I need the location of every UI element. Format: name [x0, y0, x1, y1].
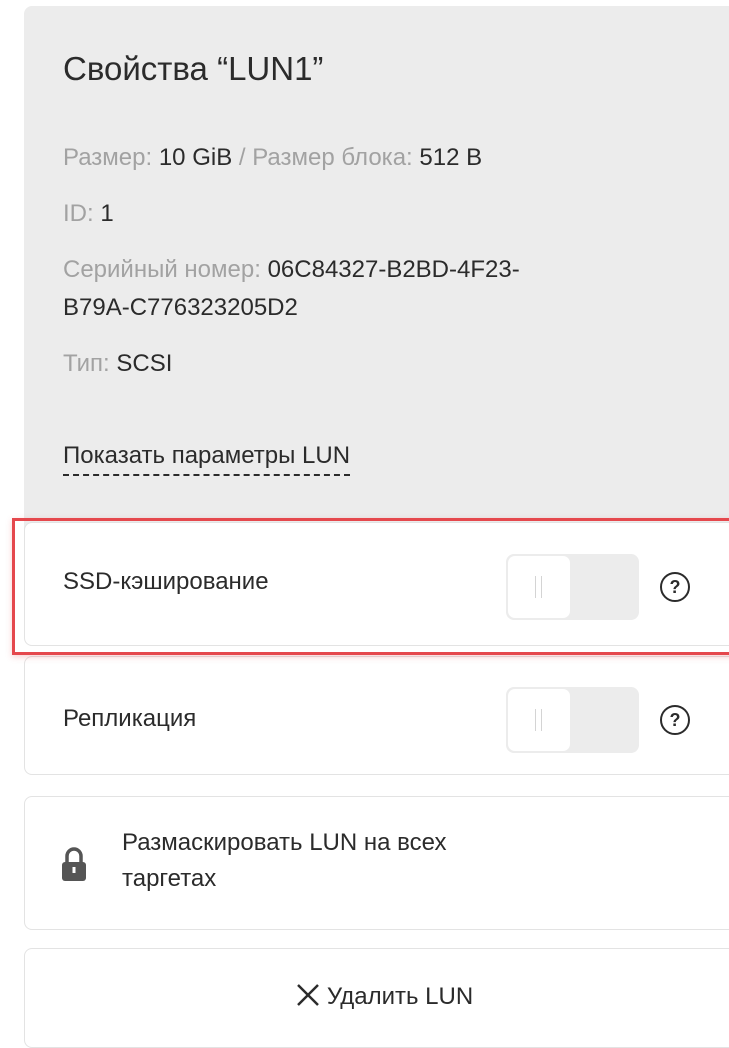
- serial-line: Серийный номер: 06C84327-B2BD-4F23-: [63, 252, 520, 288]
- serial-value-part1: 06C84327-B2BD-4F23-: [267, 256, 520, 283]
- block-size-value: 512 B: [419, 144, 483, 171]
- id-label: ID:: [63, 200, 94, 227]
- highlight-frame: [12, 518, 729, 655]
- size-separator: /: [238, 144, 246, 171]
- size-label: Размер:: [63, 144, 153, 171]
- delete-lun-button[interactable]: Удалить LUN: [24, 948, 729, 1048]
- unmask-label-line2: таргетах: [122, 865, 217, 892]
- id-value: 1: [100, 200, 114, 227]
- unmask-label-line1: Размаскировать LUN на всех: [122, 829, 447, 856]
- type-label: Тип:: [63, 350, 110, 377]
- serial-label: Серийный номер:: [63, 256, 261, 283]
- block-size-label: Размер блока:: [252, 144, 413, 171]
- type-line: Тип: SCSI: [63, 346, 172, 382]
- type-value: SCSI: [116, 350, 173, 377]
- replication-row: Репликация ?: [24, 656, 729, 775]
- size-value: 10 GiB: [158, 144, 233, 171]
- id-line: ID: 1: [63, 196, 114, 232]
- toggle-knob: [508, 689, 570, 751]
- replication-toggle[interactable]: [506, 687, 639, 753]
- size-line: Размер: 10 GiB / Размер блока: 512 B: [63, 140, 482, 176]
- unmask-lun-button[interactable]: Размаскировать LUN на всех таргетах: [24, 796, 729, 930]
- show-lun-params-link[interactable]: Показать параметры LUN: [63, 438, 351, 476]
- page-title: Свойства “LUN1”: [63, 50, 324, 87]
- replication-label: Репликация: [63, 705, 197, 732]
- lock-icon: [62, 847, 86, 881]
- unmask-lun-label: Размаскировать LUN на всех таргетах: [122, 825, 446, 897]
- svg-text:?: ?: [670, 710, 681, 730]
- question-circle-icon[interactable]: ?: [658, 703, 692, 737]
- delete-lun-label: Удалить LUN: [326, 983, 474, 1010]
- close-icon: [296, 984, 319, 1006]
- delete-lun-content: Удалить LUN: [25, 982, 729, 1011]
- serial-value-part2: B79A-C776323205D2: [63, 294, 298, 321]
